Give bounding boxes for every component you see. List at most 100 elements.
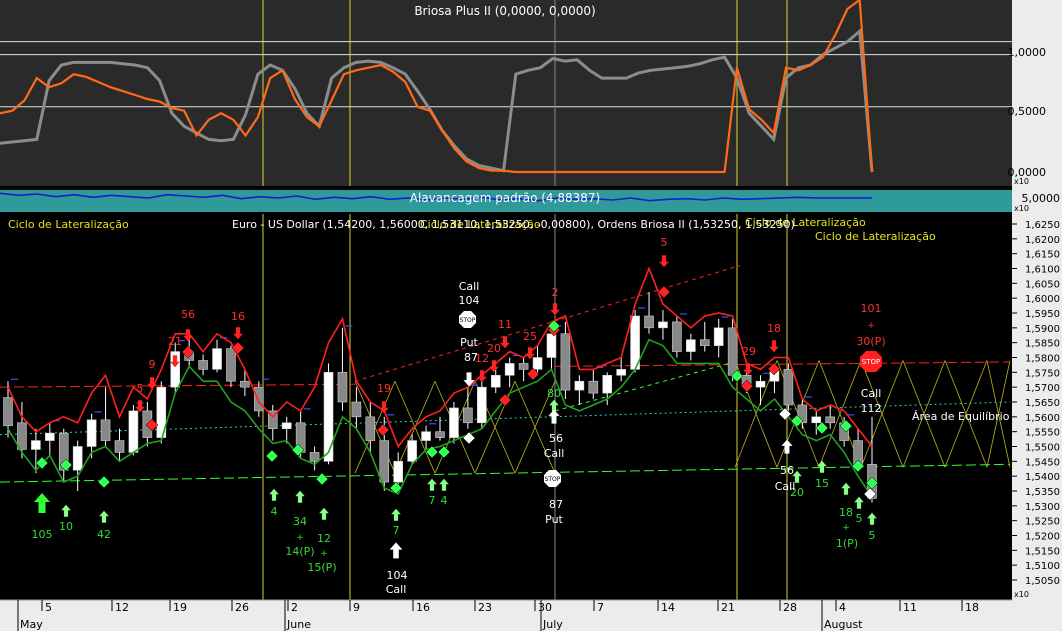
candle-up (421, 431, 431, 441)
price-tick-label: 1,5700 (1025, 383, 1060, 394)
price-tick-label: 1,5900 (1025, 324, 1060, 335)
candle-down (672, 321, 682, 352)
indicator-panel: Briosa Plus II (0,0000, 0,0000) 1,0000 0… (0, 0, 1062, 186)
green-label: 15 (815, 477, 829, 490)
candle-down (337, 372, 348, 403)
candle-down (699, 339, 710, 346)
white-label: Put (545, 513, 563, 526)
green-label: 12 (317, 532, 331, 545)
candle-up (477, 386, 487, 424)
candle-down (518, 363, 529, 370)
price-tick-label: 1,5650 (1025, 398, 1060, 409)
white-label: 87 (464, 351, 478, 364)
price-tick-label: 1,5500 (1025, 443, 1060, 454)
candle-up (393, 461, 403, 483)
candle-up (616, 369, 626, 376)
candle-down (644, 315, 654, 329)
candle-up (686, 339, 696, 352)
price-tick-label: 1,6000 (1025, 294, 1060, 305)
svg-text:STOP: STOP (460, 317, 476, 324)
time-day-label: 28 (783, 601, 797, 614)
time-month-label: June (286, 618, 311, 631)
alavancagem-panel: Alavancagem padrão (4,88387) 5,0000 x10 (0, 186, 1062, 214)
white-label: 104 (459, 294, 480, 307)
candle-down (825, 416, 835, 424)
time-month-label: August (824, 618, 863, 631)
candle-down (254, 386, 264, 412)
time-month-label: May (20, 618, 43, 631)
price-tick-label: 1,5950 (1025, 309, 1060, 320)
time-axis: 5 12 19 26 2 9 16 23 30 7 14 21 28 4 11 18 May June July Au… (0, 599, 1062, 631)
price-scale-badge: x10 (1014, 590, 1029, 599)
candle-down (100, 419, 111, 441)
green-label: 105 (32, 528, 53, 541)
green-label: 10 (59, 520, 73, 533)
candle-up (532, 357, 543, 370)
time-day-label: 23 (478, 601, 492, 614)
indicator-scale-badge: x10 (1014, 177, 1029, 186)
candle-up (449, 407, 459, 438)
price-tick-label: 1,5750 (1025, 368, 1060, 379)
time-day-label: 4 (839, 601, 846, 614)
white-label: Call (386, 583, 407, 596)
red-label: + (867, 321, 875, 331)
candle-down (727, 327, 738, 376)
alav-scale-badge: x10 (1014, 204, 1029, 213)
red-label: 11 (498, 318, 512, 331)
time-month-label: July (542, 618, 563, 631)
candle-up (45, 432, 55, 441)
price-tick-label: 1,5800 (1025, 354, 1060, 365)
candle-down (351, 401, 362, 418)
candle-down (240, 380, 250, 388)
green-label: 5 (869, 529, 876, 542)
price-tick-label: 1,5400 (1025, 472, 1060, 483)
candle-up (72, 446, 83, 471)
green-label: 7 (429, 494, 436, 507)
lateral-label-right-2: Ciclo de Lateralização (815, 230, 936, 243)
svg-text:STOP: STOP (545, 476, 561, 483)
time-day-label: 5 (45, 601, 52, 614)
green-label: 4 (271, 505, 278, 518)
candle-up (407, 440, 417, 462)
price-tick-label: 1,5250 (1025, 517, 1060, 528)
candle-down (588, 380, 599, 394)
green-label: 15(P) (307, 561, 336, 574)
time-day-label: 18 (965, 601, 979, 614)
candle-down (114, 440, 125, 453)
candle-up (504, 363, 515, 376)
green-label: 4 (441, 494, 448, 507)
candle-up (490, 374, 501, 388)
white-label: Put (460, 336, 478, 349)
candle-down (226, 348, 236, 382)
price-tick-label: 1,6200 (1025, 235, 1060, 246)
price-tick-label: 1,5200 (1025, 532, 1060, 543)
time-day-label: 21 (721, 601, 735, 614)
candle-down (379, 440, 390, 483)
stop-sign: STOP (459, 311, 476, 328)
price-tick-label: 1,5350 (1025, 487, 1060, 498)
red-label: 101 (861, 302, 882, 315)
price-tick-label: 1,6050 (1025, 279, 1060, 290)
green-label: 14(P) (285, 545, 314, 558)
white-label: 112 (861, 402, 882, 415)
candle-up (128, 410, 139, 453)
time-day-label: 12 (115, 601, 129, 614)
lateral-label-left: Ciclo de Lateralização (8, 218, 129, 231)
red-label: 18 (767, 322, 781, 335)
red-label: 29 (742, 345, 756, 358)
time-day-label: 16 (416, 601, 430, 614)
candle-up (755, 380, 766, 388)
green-label: 80 (547, 387, 561, 400)
white-label: 87 (549, 498, 563, 511)
indicator-tick-05: 0,5000 (1008, 105, 1047, 118)
svg-text:STOP: STOP (862, 358, 880, 366)
price-tick-label: 1,6100 (1025, 265, 1060, 276)
white-label: 104 (387, 569, 408, 582)
candle-down (365, 416, 376, 441)
time-day-label: 14 (661, 601, 675, 614)
time-day-label: 7 (597, 601, 604, 614)
candle-up (658, 321, 668, 329)
indicator-axis-bg (1012, 0, 1062, 186)
red-label: 30(P) (856, 335, 885, 348)
chart-canvas: Briosa Plus II (0,0000, 0,0000) 1,0000 0… (0, 0, 1062, 631)
